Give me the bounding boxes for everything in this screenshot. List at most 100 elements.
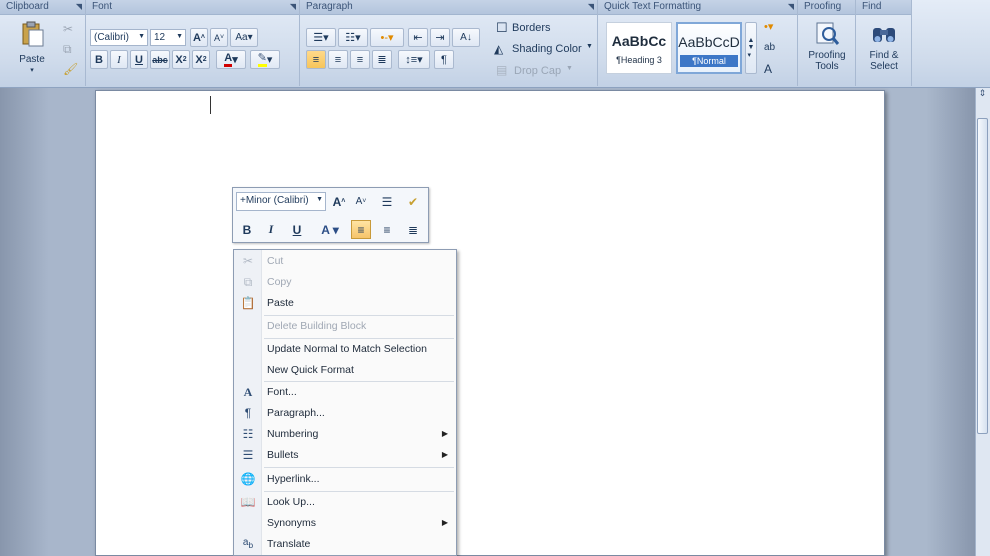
font-name-value: (Calibri) xyxy=(94,32,129,43)
shading-color-button[interactable]: Shading Color xyxy=(512,43,582,55)
paste-icon: 📋 xyxy=(240,296,256,310)
font-size-dropdown[interactable]: 12 ▼ xyxy=(150,29,186,46)
style-heading3[interactable]: AaBbCc ¶Heading 3 xyxy=(606,22,672,74)
style-sample: AaBbCc xyxy=(611,33,667,49)
menu-separator xyxy=(264,467,454,468)
menu-item-label: Hyperlink... xyxy=(267,473,320,485)
dialog-launcher-icon[interactable]: ◥ xyxy=(76,2,82,11)
change-styles-icon[interactable]: •▾ xyxy=(764,20,773,33)
styles-pane-icon[interactable]: A xyxy=(764,62,772,76)
cut-icon[interactable]: ✂ xyxy=(63,22,73,36)
drop-cap-button[interactable]: Drop Cap xyxy=(514,65,561,77)
styles-scroll-button[interactable]: ▲ ▼ ▾ xyxy=(745,22,757,74)
format-painter-icon[interactable]: ✔ xyxy=(403,192,423,211)
bold-button[interactable]: B xyxy=(237,220,257,239)
italic-button[interactable]: I xyxy=(110,50,128,69)
grow-font-button[interactable]: A ˄ xyxy=(329,192,349,211)
context-menu: ✂ Cut ⧉ Copy 📋 Paste Delete Building Blo… xyxy=(233,249,457,556)
grow-font-button[interactable]: A ˄ xyxy=(190,28,208,47)
bold-button[interactable]: B xyxy=(90,50,108,69)
numbering-icon: ☷ xyxy=(242,427,254,441)
decrease-indent-button[interactable]: ⇤ xyxy=(408,28,428,47)
multilevel-list-button[interactable]: •-▾ xyxy=(370,28,404,47)
bullets-icon[interactable]: ☰ xyxy=(377,192,397,211)
dialog-launcher-icon[interactable]: ◥ xyxy=(588,2,594,11)
font-color-button[interactable]: A ▾ xyxy=(216,50,246,69)
mini-font-dropdown[interactable]: +Minor (Calibri) ▼ xyxy=(236,192,326,211)
numbering-button[interactable]: ☷▾ xyxy=(338,28,368,47)
dialog-launcher-icon[interactable]: ◥ xyxy=(788,2,794,11)
line-spacing-button[interactable]: ↕≡▾ xyxy=(398,50,430,69)
change-case-button[interactable]: Aa▾ xyxy=(230,28,258,47)
clipboard-group: Clipboard ◥ Paste ▾ ✂ ⧉ 🖌 xyxy=(0,0,86,86)
menu-item-label: Cut xyxy=(267,255,284,267)
sort-button[interactable]: A↓ xyxy=(452,28,480,47)
menu-item-numbering[interactable]: ☷ Numbering ▶ xyxy=(234,424,456,445)
mini-font-value: +Minor (Calibri) xyxy=(240,195,309,206)
menu-item-label: New Quick Format xyxy=(267,364,354,376)
menu-item-paragraph[interactable]: ¶ Paragraph... xyxy=(234,403,456,424)
font-icon: A xyxy=(243,385,253,399)
find-label-2: Select xyxy=(870,61,898,72)
show-marks-button[interactable]: ¶ xyxy=(434,50,454,69)
ribbon: Clipboard ◥ Paste ▾ ✂ ⧉ 🖌 Font ◥ (Calibr… xyxy=(0,0,990,88)
menu-item-paste[interactable]: 📋 Paste xyxy=(234,293,456,314)
justify-button[interactable]: ≣ xyxy=(403,220,423,239)
paragraph-icon: ¶ xyxy=(244,406,252,420)
shrink-font-button[interactable]: A ˅ xyxy=(210,28,228,47)
menu-item-new-quick-format[interactable]: New Quick Format xyxy=(234,360,456,381)
superscript-button[interactable]: X2 xyxy=(192,50,210,69)
scrollbar-thumb[interactable] xyxy=(977,118,988,434)
align-center-button[interactable]: ≡ xyxy=(328,50,348,69)
quick-formatting-group-title: Quick Text Formatting xyxy=(598,0,797,15)
chevron-down-icon: ▼ xyxy=(316,196,323,203)
paragraph-group-title: Paragraph xyxy=(300,0,597,15)
shrink-font-button[interactable]: A ˅ xyxy=(351,192,371,211)
align-left-button[interactable]: ≡ xyxy=(351,220,371,239)
menu-item-delete-building-block[interactable]: Delete Building Block xyxy=(234,316,456,337)
font-color-button[interactable]: A ▾ xyxy=(315,220,345,239)
increase-indent-button[interactable]: ⇥ xyxy=(430,28,450,47)
align-left-button[interactable]: ≡ xyxy=(306,50,326,69)
paste-button[interactable]: Paste ▾ xyxy=(12,20,52,76)
style-label: ¶Heading 3 xyxy=(616,55,662,65)
menu-item-cut[interactable]: ✂ Cut xyxy=(234,251,456,272)
style-label: ¶Normal xyxy=(680,55,738,67)
proofing-group: Proofing Proofing Tools xyxy=(798,0,856,86)
menu-item-bullets[interactable]: ☰ Bullets ▶ xyxy=(234,445,456,466)
highlight-button[interactable]: ✎ ▾ xyxy=(250,50,280,69)
font-name-dropdown[interactable]: (Calibri) ▼ xyxy=(90,29,148,46)
menu-item-copy[interactable]: ⧉ Copy xyxy=(234,272,456,293)
style-normal[interactable]: AaBbCcD ¶Normal xyxy=(676,22,742,74)
proofing-tools-button[interactable]: Proofing Tools xyxy=(800,20,854,72)
clear-formatting-icon[interactable]: ab xyxy=(764,42,775,53)
format-painter-icon[interactable]: 🖌 xyxy=(63,62,78,76)
menu-item-translate[interactable]: ab Translate xyxy=(234,534,456,555)
find-select-button[interactable]: Find & Select xyxy=(858,20,910,72)
italic-button[interactable]: I xyxy=(261,220,281,239)
clipboard-group-title: Clipboard xyxy=(0,0,85,15)
menu-item-synonyms[interactable]: Synonyms ▶ xyxy=(234,513,456,534)
underline-button[interactable]: U xyxy=(287,220,307,239)
bullets-button[interactable]: ☰▾ xyxy=(306,28,336,47)
menu-item-label: Translate xyxy=(267,538,311,550)
document-page[interactable] xyxy=(95,90,885,556)
copy-icon[interactable]: ⧉ xyxy=(63,42,72,57)
align-center-button[interactable]: ≡ xyxy=(377,220,397,239)
ruler-toggle-icon[interactable]: ⇕ xyxy=(976,88,989,102)
menu-item-font[interactable]: A Font... xyxy=(234,382,456,403)
menu-item-look-up[interactable]: 📖 Look Up... xyxy=(234,492,456,513)
align-right-button[interactable]: ≡ xyxy=(350,50,370,69)
dialog-launcher-icon[interactable]: ◥ xyxy=(290,2,296,11)
submenu-arrow-icon: ▶ xyxy=(441,450,448,459)
borders-icon: ☐ xyxy=(496,20,508,35)
borders-button[interactable]: Borders xyxy=(512,22,551,34)
menu-item-update-normal[interactable]: Update Normal to Match Selection xyxy=(234,339,456,360)
underline-button[interactable]: U xyxy=(130,50,148,69)
justify-button[interactable]: ≣ xyxy=(372,50,392,69)
strikethrough-button[interactable]: abc xyxy=(150,50,170,69)
menu-item-hyperlink[interactable]: 🌐 Hyperlink... xyxy=(234,469,456,490)
menu-item-label: Numbering xyxy=(267,428,319,440)
subscript-button[interactable]: X2 xyxy=(172,50,190,69)
menu-item-label: Paragraph... xyxy=(267,407,325,419)
